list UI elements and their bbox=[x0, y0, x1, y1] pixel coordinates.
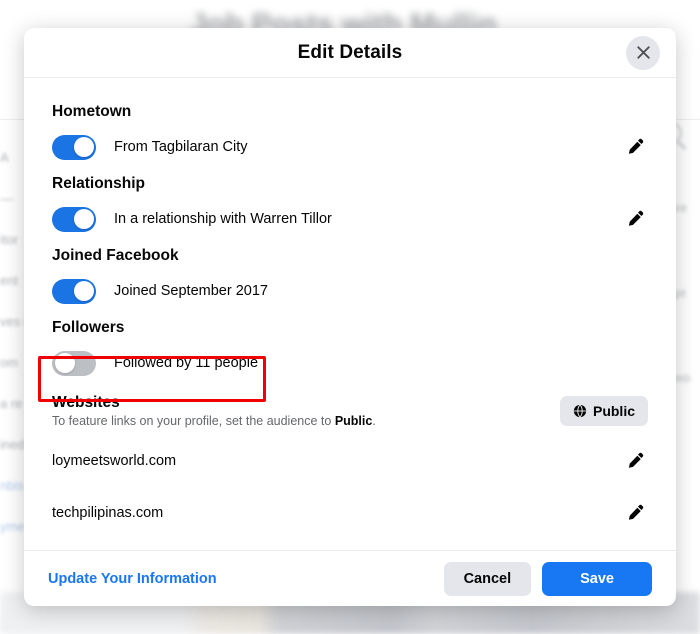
detail-row-joined-facebook: Joined September 2017 bbox=[52, 274, 648, 308]
edit-details-dialog: Edit Details Hometown From Tagbilaran Ci… bbox=[24, 28, 676, 606]
section-label-relationship: Relationship bbox=[52, 175, 146, 192]
screenshot-root: Job Posts with Mullin A — itor ent ves i… bbox=[0, 0, 700, 634]
detail-text-hometown: From Tagbilaran City bbox=[114, 139, 248, 155]
detail-text-joined-facebook: Joined September 2017 bbox=[114, 283, 268, 299]
globe-icon bbox=[573, 404, 587, 418]
website-url: techpilipinas.com bbox=[52, 504, 164, 521]
edit-button-website-2[interactable] bbox=[622, 500, 648, 526]
section-label-websites: Websites bbox=[52, 394, 120, 411]
website-row: loymeetsworld.com bbox=[52, 440, 648, 482]
close-button[interactable] bbox=[626, 35, 660, 70]
save-button[interactable]: Save bbox=[542, 561, 652, 596]
dialog-title: Edit Details bbox=[297, 41, 403, 63]
section-label-joined-facebook: Joined Facebook bbox=[52, 247, 179, 264]
detail-row-hometown: From Tagbilaran City bbox=[52, 130, 648, 164]
footer-actions: Cancel Save bbox=[443, 561, 652, 596]
pencil-icon bbox=[628, 452, 644, 468]
websites-subtitle: To feature links on your profile, set th… bbox=[52, 413, 538, 430]
pencil-icon bbox=[628, 504, 644, 520]
edit-button-relationship[interactable] bbox=[622, 206, 648, 232]
toggle-knob bbox=[54, 353, 75, 373]
websites-header: Websites To feature links on your profil… bbox=[52, 394, 648, 430]
section-label-hometown: Hometown bbox=[52, 103, 132, 120]
audience-label: Public bbox=[592, 403, 635, 419]
detail-text-relationship: In a relationship with Warren Tillor bbox=[114, 211, 332, 227]
edit-button-website-1[interactable] bbox=[622, 448, 648, 474]
toggle-knob bbox=[73, 281, 94, 301]
section-label-followers: Followers bbox=[52, 319, 125, 336]
toggle-joined-facebook[interactable] bbox=[52, 278, 96, 304]
website-url: loymeetsworld.com bbox=[52, 452, 177, 469]
pencil-icon bbox=[628, 138, 644, 154]
toggle-hometown[interactable] bbox=[52, 134, 96, 160]
close-icon bbox=[636, 46, 650, 59]
pencil-icon bbox=[628, 210, 644, 226]
website-row: techpilipinas.com bbox=[52, 492, 648, 534]
toggle-knob bbox=[73, 209, 94, 229]
dialog-header: Edit Details bbox=[24, 28, 676, 78]
edit-button-hometown[interactable] bbox=[622, 134, 648, 160]
dialog-footer: Update Your Information Cancel Save bbox=[24, 550, 676, 606]
websites-subtitle-suffix: . bbox=[372, 414, 376, 428]
detail-row-followers: Followed by 11 people bbox=[52, 346, 648, 380]
cancel-button[interactable]: Cancel bbox=[443, 561, 532, 596]
detail-text-followers: Followed by 11 people bbox=[114, 355, 259, 371]
audience-selector-button[interactable]: Public bbox=[559, 396, 648, 426]
toggle-followers[interactable] bbox=[52, 350, 96, 376]
websites-subtitle-prefix: To feature links on your profile, set th… bbox=[52, 414, 335, 428]
toggle-knob bbox=[73, 137, 94, 157]
update-your-information-link[interactable]: Update Your Information bbox=[48, 571, 217, 587]
toggle-relationship[interactable] bbox=[52, 206, 96, 232]
dialog-body: Hometown From Tagbilaran City Relationsh… bbox=[24, 78, 676, 550]
detail-row-relationship: In a relationship with Warren Tillor bbox=[52, 202, 648, 236]
websites-subtitle-bold: Public bbox=[334, 414, 373, 428]
